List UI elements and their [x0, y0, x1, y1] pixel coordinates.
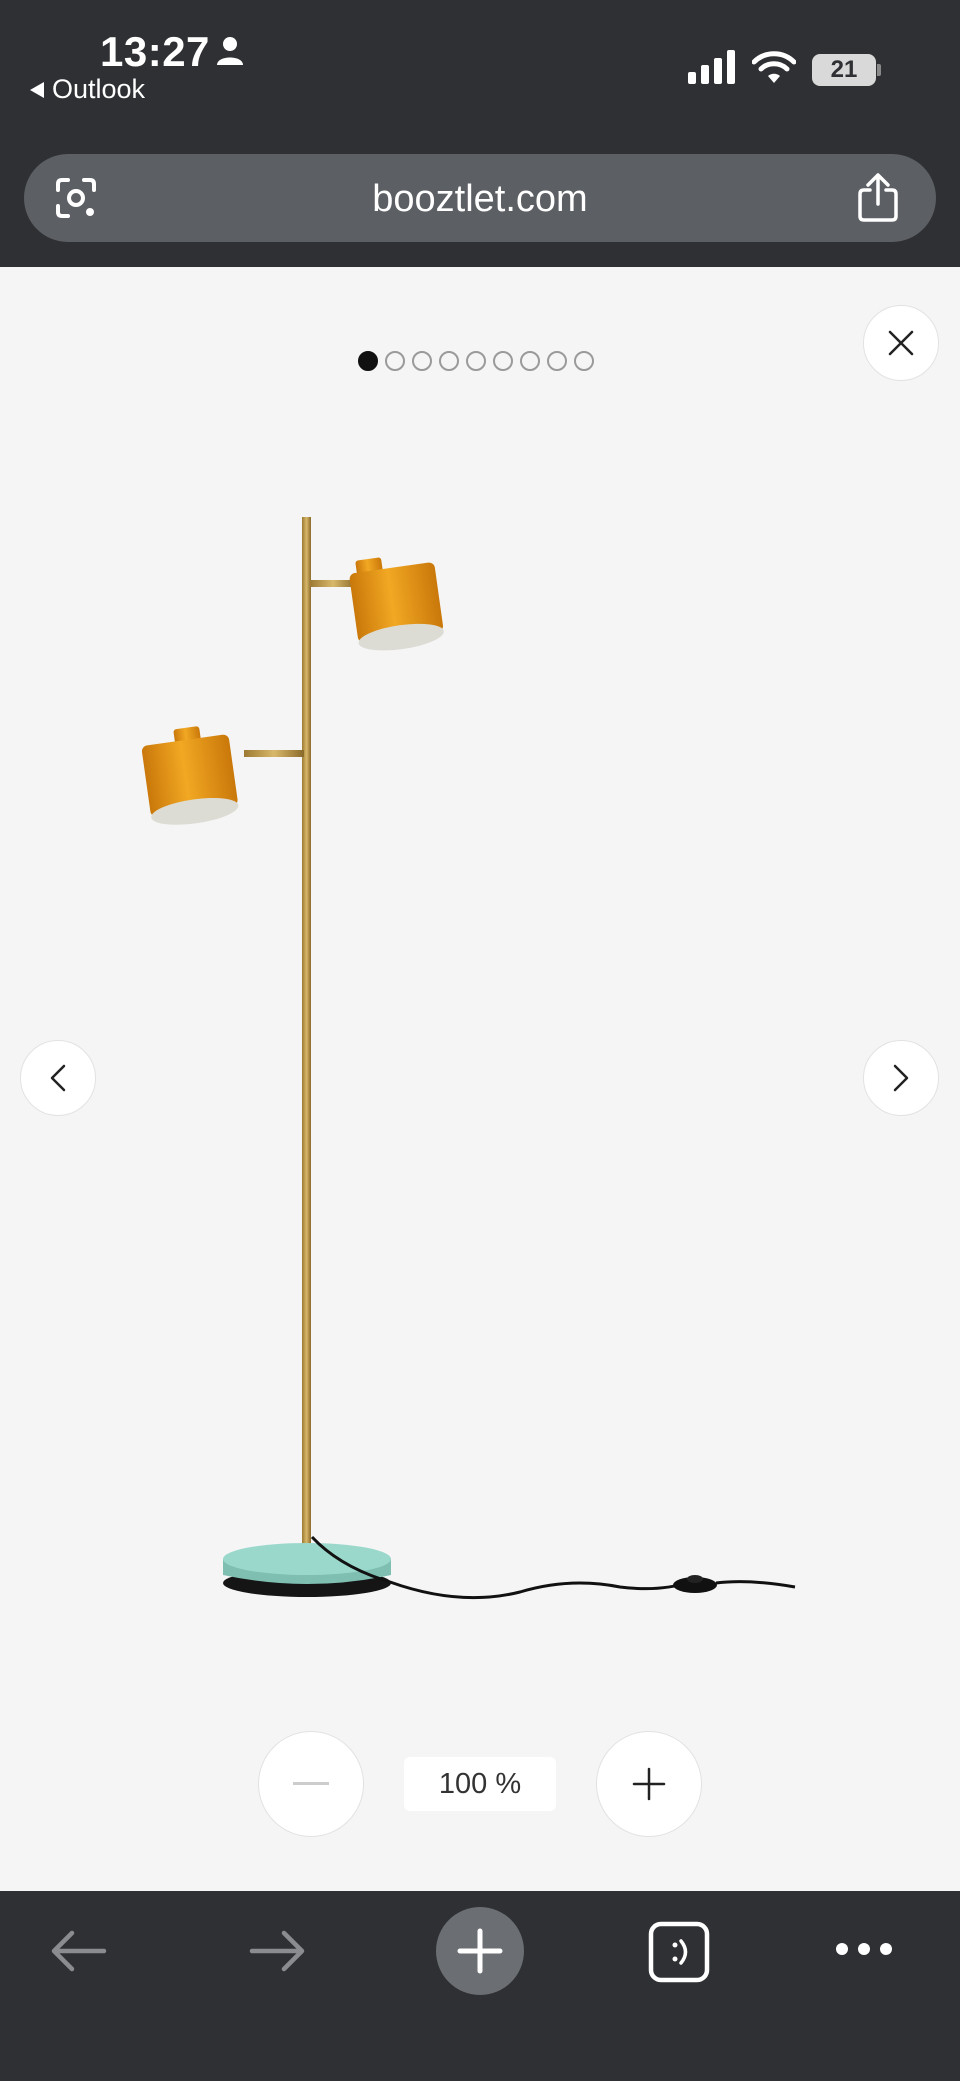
- bottom-toolbar: [0, 1891, 960, 2081]
- top-chrome: 13:27 Outlook 21 booztlet.com: [0, 0, 960, 267]
- close-button[interactable]: [863, 305, 939, 381]
- back-triangle-icon: [30, 81, 44, 98]
- battery-indicator: 21: [812, 54, 876, 86]
- zoom-in-button[interactable]: [596, 1731, 702, 1837]
- zoom-out-button[interactable]: [258, 1731, 364, 1837]
- chevron-right-icon: [893, 1064, 909, 1092]
- battery-nub: [877, 64, 881, 76]
- back-app-label: Outlook: [52, 74, 146, 104]
- next-image-button[interactable]: [863, 1040, 939, 1116]
- gallery-dot[interactable]: [520, 351, 540, 371]
- gallery-dot[interactable]: [412, 351, 432, 371]
- product-image[interactable]: [140, 507, 820, 1667]
- plus-icon: [457, 1928, 503, 1974]
- tab-switcher-icon[interactable]: [648, 1921, 710, 1983]
- gallery-dot[interactable]: [385, 351, 405, 371]
- previous-image-button[interactable]: [20, 1040, 96, 1116]
- gallery-pagination: [358, 351, 594, 371]
- plus-icon: [632, 1767, 666, 1801]
- arrow-right-icon[interactable]: [248, 1927, 308, 1975]
- zoom-level: 100 %: [404, 1757, 556, 1811]
- minus-icon: [293, 1782, 329, 1785]
- new-tab-button[interactable]: [436, 1907, 524, 1995]
- status-time: 13:27: [100, 28, 210, 75]
- gallery-dot[interactable]: [439, 351, 459, 371]
- person-icon: [217, 37, 243, 65]
- gallery-dot[interactable]: [574, 351, 594, 371]
- share-icon[interactable]: [854, 172, 902, 224]
- chevron-left-icon: [50, 1064, 66, 1092]
- back-to-app-button[interactable]: Outlook: [30, 74, 145, 105]
- cellular-signal-icon: [688, 50, 735, 84]
- wifi-icon: [752, 51, 796, 83]
- close-icon: [888, 330, 914, 356]
- image-viewer: 100 %: [0, 267, 960, 1891]
- gallery-dot[interactable]: [493, 351, 513, 371]
- more-icon[interactable]: [834, 1941, 894, 1957]
- gallery-dot[interactable]: [466, 351, 486, 371]
- gallery-dot[interactable]: [358, 351, 378, 371]
- arrow-left-icon[interactable]: [48, 1927, 108, 1975]
- gallery-dot[interactable]: [547, 351, 567, 371]
- url-text[interactable]: booztlet.com: [24, 178, 936, 221]
- address-bar[interactable]: booztlet.com: [24, 154, 936, 242]
